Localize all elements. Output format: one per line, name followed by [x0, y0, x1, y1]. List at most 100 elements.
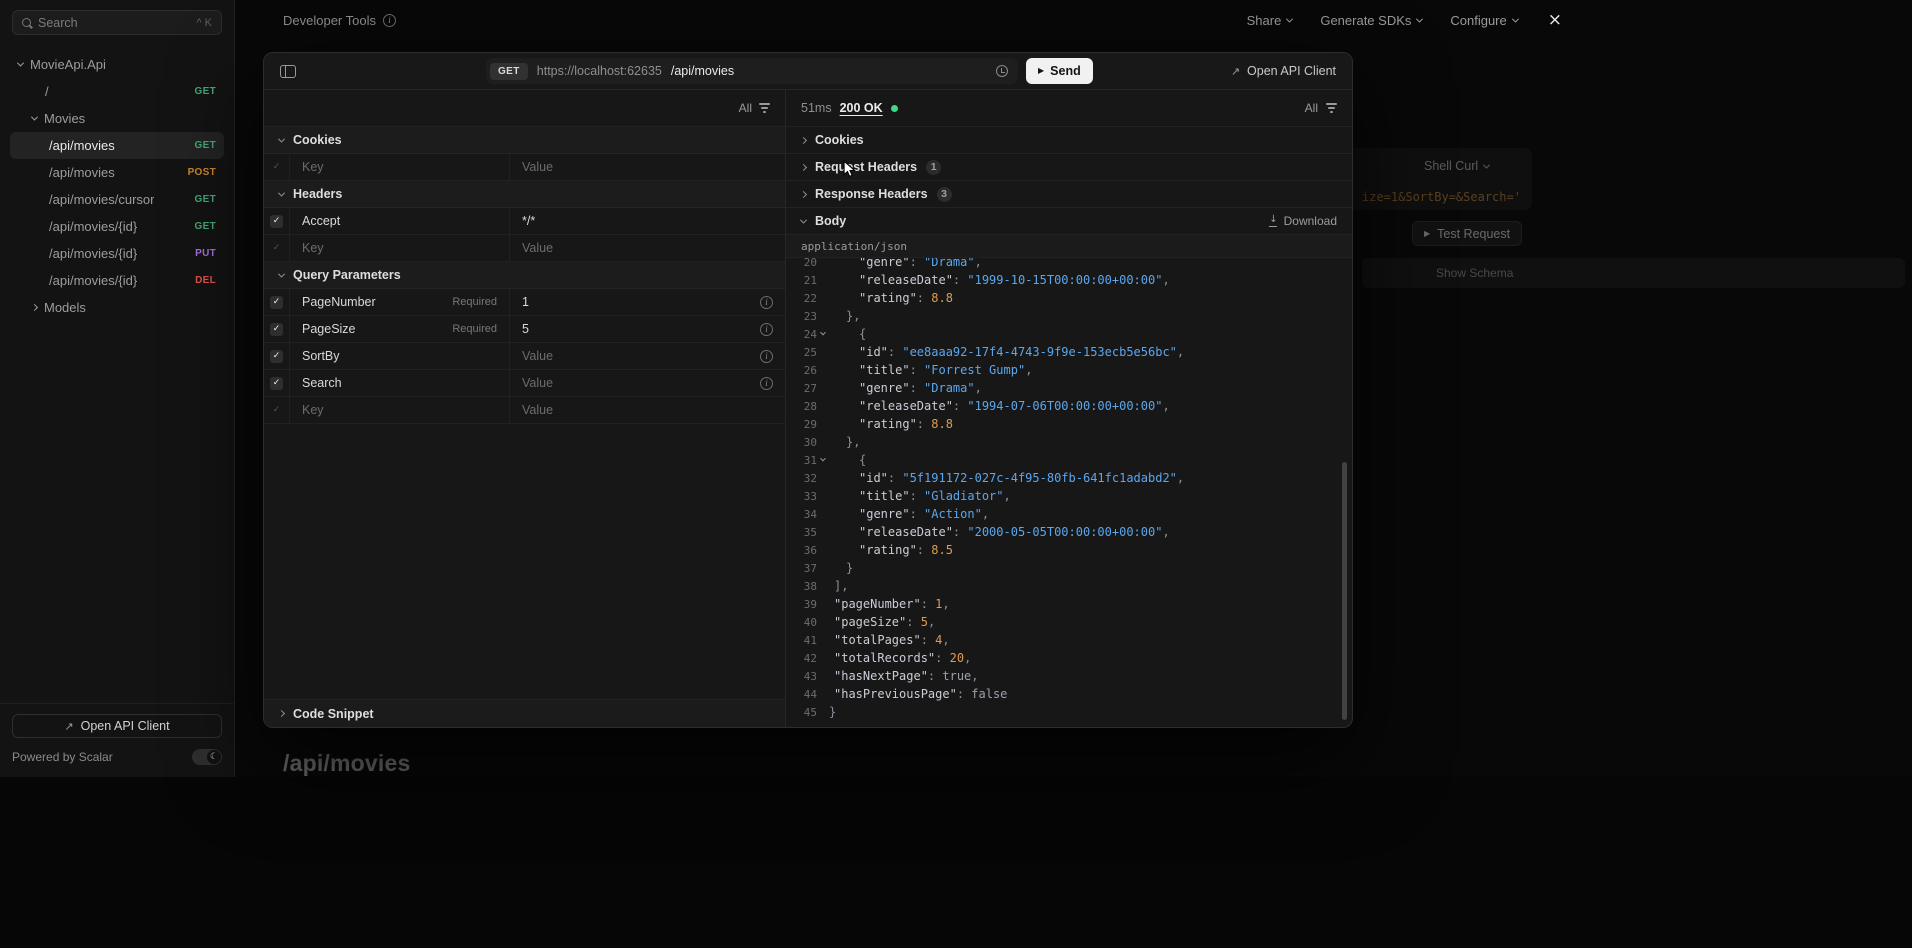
param-value-cell[interactable]: Value [510, 154, 785, 180]
section-title: Cookies [815, 133, 864, 147]
sidebar-toggle-icon[interactable] [280, 65, 296, 78]
request-filter-label: All [739, 101, 752, 115]
url-input[interactable]: GET https://localhost:62635 /api/movies [486, 58, 1018, 84]
param-value-cell[interactable]: Valuei [510, 370, 785, 396]
param-key-cell[interactable]: Key [290, 235, 510, 261]
param-key-cell[interactable]: Search [290, 370, 510, 396]
open-api-client-link[interactable]: ↗ Open API Client [1231, 64, 1336, 78]
open-api-client-button[interactable]: ↗ Open API Client [12, 714, 222, 738]
sidebar-item-api-movies-id[interactable]: /api/movies/{id}DEL [10, 267, 224, 294]
response-panel: 51ms 200 OK All CookiesRequest Headers1R… [786, 90, 1352, 727]
sidebar: Search ^ K MovieApi.Api/GETMovies/api/mo… [0, 0, 235, 777]
param-value-cell[interactable]: */* [510, 208, 785, 234]
param-value-cell[interactable]: Valuei [510, 343, 785, 369]
json-line: 25"id": "ee8aaa92-17f4-4743-9f9e-153ecb5… [786, 343, 1352, 361]
response-section-body[interactable]: Body↓Download [786, 208, 1352, 235]
powered-by-label: Powered by Scalar [12, 750, 113, 764]
sidebar-item-movies[interactable]: Movies [10, 105, 224, 132]
param-key-cell[interactable]: SortBy [290, 343, 510, 369]
param-value-text: Value [522, 376, 553, 390]
share-menu[interactable]: Share [1247, 13, 1293, 28]
line-number: 30 [792, 436, 817, 449]
section-title: Headers [293, 187, 342, 201]
json-code: "releaseDate": "1999-10-15T00:00:00+00:0… [829, 273, 1170, 287]
row-checkbox[interactable]: ✓ [270, 404, 283, 417]
response-body-viewer[interactable]: 20"genre": "Drama",21"releaseDate": "199… [786, 258, 1352, 727]
chevron-down-icon [1286, 15, 1293, 22]
collapse-chevron-icon[interactable] [820, 330, 826, 336]
sidebar-item-label: /api/movies/{id} [49, 246, 137, 261]
sidebar-item-label: /api/movies/cursor [49, 192, 154, 207]
sidebar-item-api-movies[interactable]: /api/moviesPOST [10, 159, 224, 186]
search-placeholder: Search [38, 16, 78, 30]
row-checkbox[interactable]: ✓ [270, 242, 283, 255]
sidebar-item-movieapi-api[interactable]: MovieApi.Api [10, 51, 224, 78]
theme-toggle[interactable]: ☾ [192, 749, 222, 765]
section-header-query-parameters[interactable]: Query Parameters [264, 262, 785, 289]
param-key-cell[interactable]: PageSizeRequired [290, 316, 510, 342]
line-number: 32 [792, 472, 817, 485]
sidebar-item-api-movies-id[interactable]: /api/movies/{id}GET [10, 213, 224, 240]
collapse-chevron-icon[interactable] [820, 456, 826, 462]
sidebar-item-models[interactable]: Models [10, 294, 224, 321]
row-checkbox[interactable]: ✓ [270, 215, 283, 228]
info-icon: i [383, 14, 396, 27]
close-icon[interactable]: × [1548, 12, 1562, 29]
search-input[interactable]: Search ^ K [12, 10, 222, 35]
sidebar-item-api-movies-cursor[interactable]: /api/movies/cursorGET [10, 186, 224, 213]
configure-menu[interactable]: Configure [1450, 13, 1517, 28]
line-number: 20 [792, 258, 817, 269]
mouse-cursor [842, 160, 857, 178]
param-key-cell[interactable]: Key [290, 154, 510, 180]
param-key-text: Key [302, 403, 324, 417]
param-value-text: 1 [522, 295, 529, 309]
filter-icon [1326, 103, 1337, 113]
json-code: "rating": 8.8 [829, 417, 953, 431]
sidebar-item-label: /api/movies [49, 138, 115, 153]
json-line: 40"pageSize": 5, [786, 613, 1352, 631]
response-status-row: 51ms 200 OK All [786, 90, 1352, 127]
download-icon: ↓ [1269, 215, 1277, 227]
api-client-modal: GET https://localhost:62635 /api/movies … [263, 52, 1353, 728]
sidebar-item-api-movies-id[interactable]: /api/movies/{id}PUT [10, 240, 224, 267]
history-icon[interactable] [996, 65, 1008, 77]
param-value-text: Value [522, 403, 553, 417]
section-title: Response Headers [815, 187, 928, 201]
response-section-response-headers[interactable]: Response Headers3 [786, 181, 1352, 208]
generate-sdks-menu[interactable]: Generate SDKs [1320, 13, 1422, 28]
row-checkbox[interactable]: ✓ [270, 323, 283, 336]
param-key-text: Key [302, 160, 324, 174]
param-value-cell[interactable]: 5i [510, 316, 785, 342]
row-checkbox[interactable]: ✓ [270, 350, 283, 363]
line-number: 33 [792, 490, 817, 503]
scrollbar-thumb[interactable] [1342, 462, 1347, 720]
code-snippet-section[interactable]: Code Snippet [264, 699, 785, 727]
download-button[interactable]: ↓Download [1269, 214, 1337, 228]
request-filter-row[interactable]: All [264, 90, 785, 127]
param-key-cell[interactable]: Key [290, 397, 510, 423]
row-checkbox[interactable]: ✓ [270, 161, 283, 174]
response-status[interactable]: 200 OK [840, 101, 883, 115]
send-button[interactable]: ▶ Send [1026, 58, 1093, 84]
param-value-cell[interactable]: Value [510, 235, 785, 261]
row-checkbox[interactable]: ✓ [270, 377, 283, 390]
checkbox-cell: ✓ [264, 316, 290, 342]
row-checkbox[interactable]: ✓ [270, 296, 283, 309]
param-key-cell[interactable]: PageNumberRequired [290, 289, 510, 315]
response-section-cookies[interactable]: Cookies [786, 127, 1352, 154]
param-value-cell[interactable]: 1i [510, 289, 785, 315]
param-value-cell[interactable]: Value [510, 397, 785, 423]
sidebar-item-item[interactable]: /GET [10, 78, 224, 105]
line-number: 38 [792, 580, 817, 593]
param-key-cell[interactable]: Accept [290, 208, 510, 234]
line-number: 34 [792, 508, 817, 521]
chevron-down-icon [278, 270, 285, 277]
json-code: "genre": "Drama", [829, 258, 982, 269]
json-line: 30}, [786, 433, 1352, 451]
info-icon: i [760, 350, 773, 363]
response-section-request-headers[interactable]: Request Headers1 [786, 154, 1352, 181]
section-header-cookies[interactable]: Cookies [264, 127, 785, 154]
section-header-headers[interactable]: Headers [264, 181, 785, 208]
sidebar-item-api-movies[interactable]: /api/moviesGET [10, 132, 224, 159]
response-filter-label[interactable]: All [1305, 101, 1318, 115]
